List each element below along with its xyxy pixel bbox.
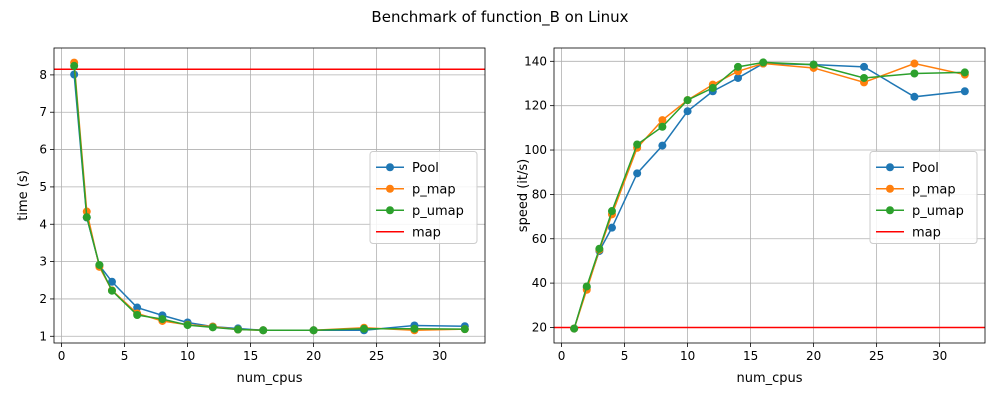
y-tick-label: 7 — [39, 105, 47, 119]
data-point-p-umap — [70, 61, 79, 70]
legend-marker-pool — [386, 163, 394, 172]
legend-label-p-umap: p_umap — [912, 204, 964, 219]
figure-title: Benchmark of function_B on Linux — [371, 8, 628, 27]
data-point-p-umap — [809, 60, 818, 69]
legend-marker-pool — [886, 163, 894, 172]
legend-marker-p-umap — [386, 206, 394, 215]
legend-label-map: map — [912, 225, 941, 240]
y-tick-label: 20 — [532, 320, 547, 334]
data-point-p-umap — [633, 140, 642, 149]
y-tick-label: 120 — [524, 99, 547, 113]
legend-label-p-umap: p_umap — [412, 204, 464, 219]
data-point-p-umap — [607, 207, 616, 216]
y-tick-label: 3 — [39, 255, 47, 269]
data-point-p-umap — [133, 310, 142, 319]
data-point-p-umap — [410, 324, 419, 333]
legend-marker-p-umap — [886, 206, 894, 215]
y-tick-label: 60 — [532, 232, 547, 246]
y-tick-label: 1 — [39, 329, 47, 343]
x-axis-label: num_cpus — [736, 371, 802, 386]
data-point-p-umap — [95, 260, 104, 269]
data-point-p-umap — [733, 62, 742, 71]
y-tick-label: 8 — [39, 68, 47, 82]
data-point-p-umap — [183, 321, 192, 330]
data-point-p-umap — [570, 324, 579, 333]
y-tick-label: 2 — [39, 292, 47, 306]
data-point-p-umap — [683, 96, 692, 105]
y-tick-label: 100 — [524, 143, 547, 157]
x-tick-label: 15 — [243, 349, 258, 363]
data-point-p-umap — [360, 324, 369, 333]
y-axis-label: time (s) — [16, 170, 31, 220]
data-point-pool — [633, 169, 642, 178]
time-chart: 0 5 10 15 20 25 30 1 2 3 4 5 6 7 8 num_cpus time (s) Pool… — [16, 47, 486, 386]
y-tick-label: 140 — [524, 54, 547, 68]
x-tick-label: 15 — [743, 349, 758, 363]
data-point-pool — [960, 87, 969, 96]
legend: Pool p_map p_umapmap — [869, 151, 978, 244]
y-tick-label: 5 — [39, 180, 47, 194]
figure-canvas: Benchmark of function_B on Linux 0 5 10 15 2… — [16, 8, 986, 386]
legend-marker-p-map — [886, 184, 894, 193]
y-tick-label: 40 — [532, 276, 547, 290]
speed-chart: 0 5 10 15 20 25 30 20 40 60 80 100 120 140 num_cpus spe… — [516, 47, 986, 386]
x-axis-label: num_cpus — [236, 371, 302, 386]
data-point-p-umap — [309, 326, 318, 335]
data-point-p-umap — [960, 68, 969, 77]
data-point-pool — [910, 92, 919, 101]
data-point-p-umap — [82, 213, 91, 222]
legend-label-p-map: p_map — [412, 182, 456, 197]
benchmark-figure: Benchmark of function_B on Linux 0 5 10 15 2… — [0, 0, 1000, 400]
data-point-p-umap — [208, 323, 217, 332]
x-tick-label: 5 — [121, 349, 129, 363]
data-point-p-umap — [233, 325, 242, 334]
data-point-pool — [658, 141, 667, 150]
y-tick-label: 4 — [39, 217, 47, 231]
legend-label-pool: Pool — [912, 161, 939, 176]
data-point-pool — [683, 107, 692, 116]
x-tick-label: 25 — [369, 349, 384, 363]
x-tick-label: 30 — [932, 349, 947, 363]
data-point-p-umap — [910, 69, 919, 78]
x-tick-label: 20 — [806, 349, 821, 363]
data-point-p-umap — [460, 325, 469, 334]
x-tick-label: 0 — [58, 349, 66, 363]
x-tick-label: 25 — [869, 349, 884, 363]
x-tick-label: 20 — [306, 349, 321, 363]
data-point-p-umap — [595, 244, 604, 253]
data-point-p-umap — [582, 282, 591, 291]
data-point-p-umap — [259, 326, 268, 335]
data-point-pool — [860, 62, 869, 71]
x-tick-label: 30 — [432, 349, 447, 363]
legend-marker-p-map — [386, 184, 394, 193]
data-point-p-umap — [107, 286, 116, 295]
x-tick-label: 0 — [558, 349, 566, 363]
legend-label-p-map: p_map — [912, 182, 956, 197]
x-tick-label: 10 — [180, 349, 195, 363]
y-axis-label: speed (it/s) — [516, 159, 531, 232]
legend: Pool p_map p_umapmap — [369, 151, 478, 244]
data-point-p-umap — [860, 73, 869, 82]
data-point-p-umap — [759, 58, 768, 67]
data-point-p-umap — [158, 315, 167, 324]
x-tick-label: 5 — [621, 349, 629, 363]
x-tick-label: 10 — [680, 349, 695, 363]
legend-label-map: map — [412, 225, 441, 240]
y-tick-label: 6 — [39, 143, 47, 157]
data-point-pool — [607, 223, 616, 232]
legend-label-pool: Pool — [412, 161, 439, 176]
data-point-p-map — [910, 59, 919, 68]
data-point-p-umap — [658, 122, 667, 131]
y-tick-label: 80 — [532, 187, 547, 201]
data-point-p-umap — [708, 83, 717, 92]
